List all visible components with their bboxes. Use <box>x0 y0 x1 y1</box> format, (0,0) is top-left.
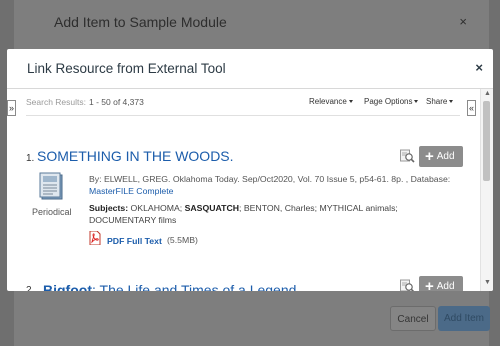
scrollbar-thumb[interactable] <box>483 101 490 181</box>
plus-icon: + <box>425 278 434 291</box>
result-byline: By: ELWELL, GREG. Oklahoma Today. Sep/Oc… <box>89 173 457 197</box>
relevance-label: Relevance <box>309 97 347 106</box>
subjects-highlight: SASQUATCH <box>184 203 239 213</box>
scroll-up-icon[interactable]: ▲ <box>484 90 491 97</box>
expand-right-icon[interactable]: « <box>467 100 476 116</box>
modal-close-button[interactable]: × <box>475 60 483 75</box>
background-dialog-title: Add Item to Sample Module <box>54 14 227 30</box>
result-number: 1. <box>26 153 35 164</box>
caret-down-icon <box>414 100 419 104</box>
relevance-dropdown[interactable]: Relevance <box>309 97 353 106</box>
periodical-icon[interactable] <box>39 171 65 201</box>
subjects-label: Subjects: <box>89 203 129 213</box>
add-button[interactable]: + Add <box>419 146 463 167</box>
caret-down-icon <box>348 100 353 104</box>
title-highlight: Bigfoot <box>43 282 92 291</box>
results-range: 1 - 50 of 4,373 <box>89 97 144 107</box>
title-rest: : The Life and Times of a Legend <box>91 282 297 291</box>
caret-down-icon <box>449 100 454 104</box>
result-subjects: Subjects: OKLAHOMA; SASQUATCH; BENTON, C… <box>89 202 434 226</box>
plus-icon: + <box>425 148 434 165</box>
external-tool-modal: Link Resource from External Tool × » « S… <box>7 49 493 291</box>
scroll-down-icon[interactable]: ▼ <box>484 279 491 286</box>
page-options-dropdown[interactable]: Page Options <box>364 97 419 106</box>
add-item-button[interactable]: Add Item <box>438 306 490 331</box>
results-content: » « Search Results: 1 - 50 of 4,373 Rele… <box>7 89 493 291</box>
pdf-icon[interactable] <box>89 231 101 245</box>
publication-type-label: Periodical <box>32 207 72 217</box>
preview-magnify-icon[interactable] <box>400 148 415 163</box>
add-button[interactable]: + Add <box>419 276 463 291</box>
pdf-size: (5.5MB) <box>167 235 198 245</box>
result-title-link[interactable]: Bigfoot: The Life and Times of a Legend <box>43 282 296 291</box>
add-button-label: Add <box>436 281 455 291</box>
page-options-label: Page Options <box>364 97 413 106</box>
add-button-label: Add <box>436 151 455 162</box>
byline-text: By: ELWELL, GREG. Oklahoma Today. Sep/Oc… <box>89 174 451 184</box>
scrollbar[interactable]: ▲ ▼ <box>480 89 493 291</box>
share-dropdown[interactable]: Share <box>426 97 454 106</box>
results-toolbar: Search Results: 1 - 50 of 4,373 Relevanc… <box>26 91 460 116</box>
modal-title: Link Resource from External Tool <box>27 61 226 76</box>
result-title-link[interactable]: SOMETHING IN THE WOODS. <box>37 148 234 164</box>
results-label: Search Results: <box>26 97 86 107</box>
modal-header: Link Resource from External Tool × <box>7 49 493 89</box>
database-link[interactable]: MasterFILE Complete <box>89 186 174 196</box>
cancel-button[interactable]: Cancel <box>390 306 436 331</box>
preview-magnify-icon[interactable] <box>400 278 415 291</box>
background-close-button[interactable]: × <box>459 14 467 29</box>
share-label: Share <box>426 97 448 106</box>
result-number: 2. <box>26 285 35 291</box>
subjects-text: OKLAHOMA; <box>130 203 183 213</box>
pdf-full-text-link[interactable]: PDF Full Text <box>107 236 162 246</box>
expand-left-icon[interactable]: » <box>7 100 16 116</box>
